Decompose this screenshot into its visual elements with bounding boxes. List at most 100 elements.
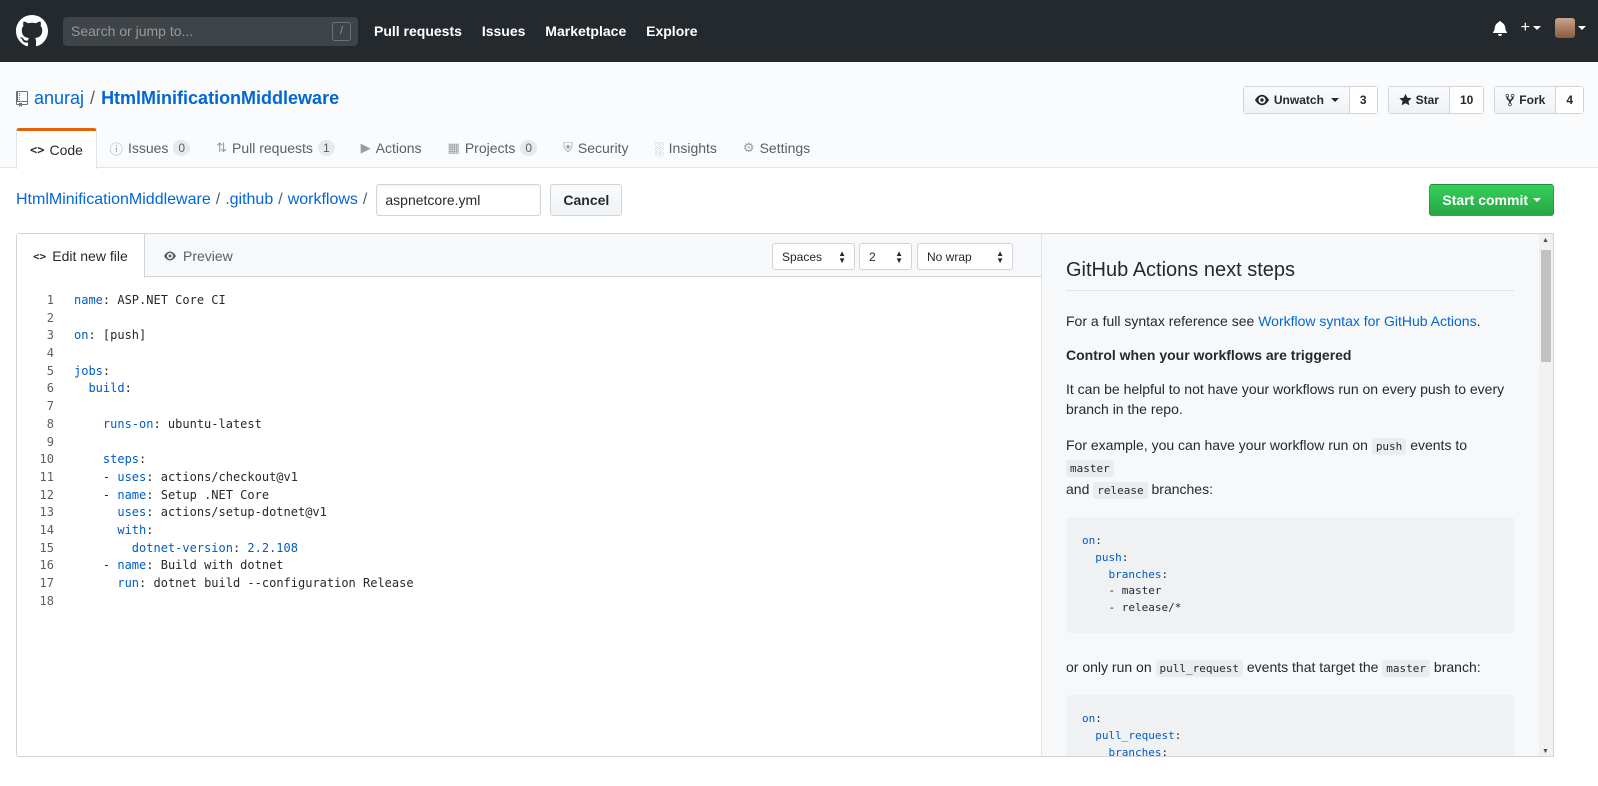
tab-settings[interactable]: ⚙ Settings [730, 128, 823, 168]
line-number: 10 [39, 452, 54, 467]
line-content: uses: actions/setup-dotnet@v1 [117, 505, 327, 520]
help-content: GitHub Actions next steps For a full syn… [1066, 259, 1514, 757]
code-example-line: - release/* [1082, 601, 1182, 615]
line-content [54, 398, 74, 416]
help-paragraph-syntax: For a full syntax reference see Workflow… [1066, 311, 1514, 331]
watchers-count[interactable]: 3 [1349, 87, 1377, 113]
code-line: 1 name: ASP.NET Core CI [17, 292, 1041, 310]
indent-size-select[interactable]: 2 ▲ ▼ [859, 243, 912, 270]
stars-count[interactable]: 10 [1449, 87, 1484, 113]
yaml-key: runs-on [102, 416, 154, 431]
code-example-pull-request: on: pull_request: branches: - master [1066, 694, 1514, 757]
repo-title: anuraj / HtmlMinificationMiddleware [16, 88, 339, 109]
forks-count[interactable]: 4 [1556, 87, 1583, 113]
code-line: 17 run: dotnet build --configuration Rel… [17, 575, 1041, 593]
breadcrumb-separator: / [362, 191, 368, 208]
code-example-line: - master [1082, 584, 1162, 598]
inline-code: master [1066, 460, 1114, 477]
line-number: 11 [39, 469, 54, 484]
repo-title-separator: / [90, 88, 96, 108]
scroll-up-icon[interactable]: ▲ [1542, 237, 1549, 244]
workflow-syntax-link[interactable]: Workflow syntax for GitHub Actions [1258, 313, 1476, 329]
editor-toolbar: <> Edit new file Preview Spaces ▲ ▼ 2 ▲ ▼ … [17, 234, 1041, 278]
actions-help-panel: GitHub Actions next steps For a full syn… [1041, 233, 1554, 757]
code-line: 2 [17, 310, 1041, 328]
tab-pull-requests[interactable]: ⇅ Pull requests 1 [203, 128, 348, 168]
breadcrumb-workflows-link[interactable]: workflows [288, 191, 358, 209]
tab-settings-label: Settings [759, 140, 811, 156]
tab-actions[interactable]: ▶ Actions [348, 128, 435, 168]
tab-projects-label: Projects [464, 140, 516, 156]
unwatch-button[interactable]: Unwatch [1243, 87, 1350, 113]
create-new-plus-icon[interactable]: + [1521, 19, 1541, 37]
yaml-key: branches [1108, 745, 1162, 757]
github-logo-icon[interactable] [16, 15, 48, 47]
line-number: 13 [39, 505, 54, 520]
issues-counter: 0 [173, 140, 191, 156]
code-example-line: push: [1095, 550, 1129, 564]
select-arrows-icon: ▲ ▼ [838, 249, 846, 265]
tab-code-label: Code [49, 142, 83, 158]
help-paragraph: It can be helpful to not have your workf… [1066, 381, 1505, 417]
nav-explore[interactable]: Explore [646, 23, 697, 39]
yaml-key: run [117, 576, 140, 590]
line-number: 3 [46, 328, 54, 343]
line-number: 9 [46, 434, 54, 449]
fork-icon [1505, 93, 1515, 107]
code-line: 11 - uses: actions/checkout@v1 [17, 469, 1041, 487]
indent-mode-select[interactable]: Spaces ▲ ▼ [772, 243, 855, 270]
cancel-button[interactable]: Cancel [550, 184, 623, 216]
nav-marketplace[interactable]: Marketplace [545, 23, 626, 39]
wrap-mode-select[interactable]: No wrap ▲ ▼ [917, 243, 1013, 270]
tab-issues[interactable]: ⓘ Issues 0 [97, 128, 203, 168]
breadcrumb-github-link[interactable]: .github [225, 191, 273, 209]
nav-pull-requests[interactable]: Pull requests [374, 23, 462, 39]
search-input[interactable]: Search or jump to... / [63, 16, 358, 46]
tab-edit-new-file[interactable]: <> Edit new file [17, 234, 145, 278]
help-subheading: Control when your workflows are triggere… [1066, 347, 1352, 363]
filename-input[interactable]: aspnetcore.yml [376, 184, 542, 216]
bell-icon[interactable] [1492, 20, 1507, 36]
start-commit-button[interactable]: Start commit [1429, 184, 1554, 216]
line-content: steps: [102, 452, 147, 467]
line-number: 15 [39, 540, 54, 555]
tab-insights[interactable]: ░ Insights [641, 128, 729, 168]
star-button[interactable]: Star [1388, 87, 1450, 113]
star-label: Star [1415, 93, 1439, 107]
code-line: 4 [17, 345, 1041, 363]
tab-security[interactable]: ⛨ Security [550, 128, 641, 168]
fork-button[interactable]: Fork [1495, 87, 1557, 113]
line-content: dotnet-version: 2.2.108 [131, 540, 298, 555]
line-content: - uses: actions/checkout@v1 [74, 469, 298, 484]
wrap-mode-value: No wrap [927, 249, 972, 264]
indent-size-value: 2 [869, 249, 876, 264]
start-commit-label: Start commit [1442, 192, 1528, 208]
code-line: 3 on: [push] [17, 327, 1041, 345]
tab-pull-requests-label: Pull requests [232, 140, 313, 156]
code-line: 18 [17, 593, 1041, 611]
code-icon: <> [30, 143, 45, 157]
inline-code: push [1371, 438, 1407, 455]
tab-projects[interactable]: ▦ Projects 0 [435, 128, 551, 168]
breadcrumb-separator: / [215, 191, 221, 208]
line-number: 4 [46, 346, 54, 361]
help-scrollbar[interactable]: ▲ ▼ [1539, 234, 1553, 756]
help-paragraph-pr: or only run on pull_request events that … [1066, 657, 1514, 679]
nav-issues[interactable]: Issues [482, 23, 526, 39]
tab-preview[interactable]: Preview [147, 234, 249, 277]
repo-name-link[interactable]: HtmlMinificationMiddleware [101, 88, 339, 109]
repo-header: anuraj / HtmlMinificationMiddleware Unwa… [0, 62, 1598, 169]
scroll-down-icon[interactable]: ▼ [1542, 748, 1549, 755]
code-line: 8 runs-on: ubuntu-latest [17, 416, 1041, 434]
search-placeholder: Search or jump to... [71, 23, 194, 39]
help-paragraph-example: For example, you can have your workflow … [1066, 435, 1514, 501]
code-line: 7 [17, 398, 1041, 416]
repo-owner-link[interactable]: anuraj [34, 88, 84, 109]
scrollbar-thumb[interactable] [1541, 250, 1551, 362]
tab-code[interactable]: <> Code [16, 128, 97, 169]
shield-icon: ⛨ [563, 140, 573, 155]
user-menu[interactable] [1555, 18, 1586, 38]
help-text: and [1066, 481, 1094, 497]
breadcrumb-root-link[interactable]: HtmlMinificationMiddleware [16, 191, 211, 209]
code-area[interactable]: 1 name: ASP.NET Core CI 2 3 on: [push] 4 5 jobs… [17, 292, 1041, 610]
